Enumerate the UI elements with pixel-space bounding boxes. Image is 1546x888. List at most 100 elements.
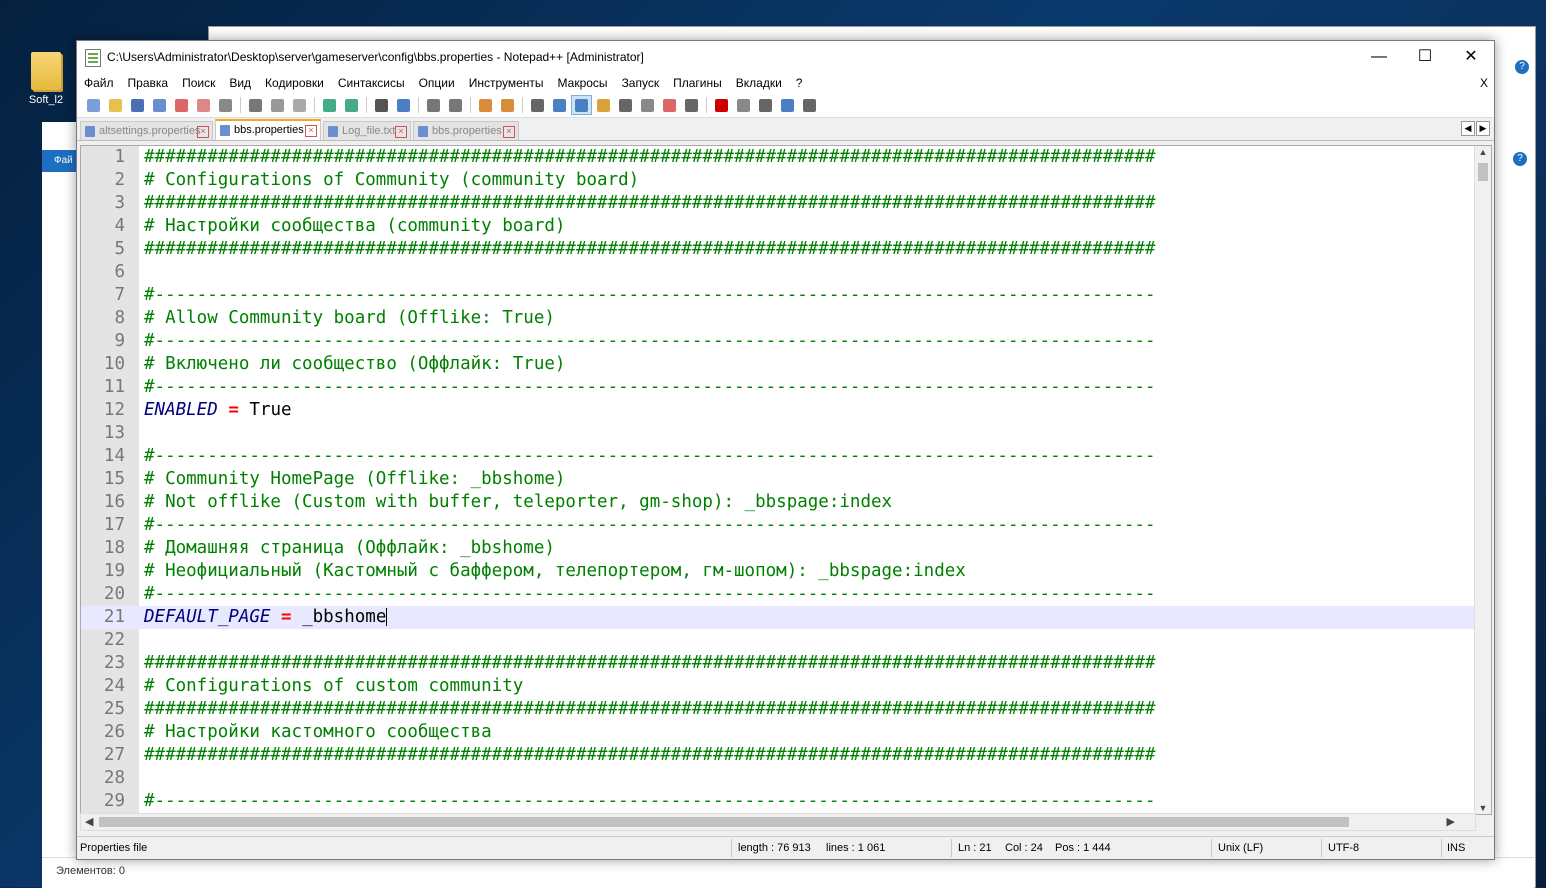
record-macro-icon[interactable] (711, 95, 732, 115)
code-line[interactable]: 11 #-------------------------------------… (81, 376, 1476, 399)
code-line[interactable]: 5 #######################################… (81, 238, 1476, 261)
code-line[interactable]: 3 #######################################… (81, 192, 1476, 215)
code-line[interactable]: 26 # Настройки кастомного сообщества (81, 721, 1476, 744)
code-line[interactable]: 10 # Включено ли сообщество (Оффлайк: Tru… (81, 353, 1476, 376)
code-line[interactable]: 28 (81, 767, 1476, 790)
tab-close-icon[interactable]: × (395, 126, 407, 138)
sync-vertical-icon[interactable] (475, 95, 496, 115)
code-line[interactable]: 7 #--------------------------------------… (81, 284, 1476, 307)
code-line[interactable]: 2 # Configurations of Community (communit… (81, 169, 1476, 192)
zoom-out-icon[interactable] (445, 95, 466, 115)
code-line[interactable]: 20 #-------------------------------------… (81, 583, 1476, 606)
zoom-in-icon[interactable] (423, 95, 444, 115)
menu-file[interactable]: Файл (77, 73, 121, 93)
code-line[interactable]: 19 # Неофициальный (Кастомный с баффером,… (81, 560, 1476, 583)
menu-run[interactable]: Запуск (615, 73, 667, 93)
code-line[interactable]: 8 # Allow Community board (Offlike: True) (81, 307, 1476, 330)
save-all-icon[interactable] (149, 95, 170, 115)
menu-view[interactable]: Вид (222, 73, 258, 93)
play-macro-icon[interactable] (755, 95, 776, 115)
function-list-icon[interactable] (637, 95, 658, 115)
code-line[interactable]: 22 (81, 629, 1476, 652)
code-line[interactable]: 18 # Домашняя страница (Оффлайк: _bbshome… (81, 537, 1476, 560)
code-line[interactable]: 12 ENABLED = True (81, 399, 1476, 422)
close-button[interactable]: ✕ (1448, 41, 1494, 73)
editor-area[interactable]: 1 #######################################… (80, 145, 1492, 815)
close-document-button[interactable]: X (1480, 73, 1488, 93)
horizontal-scroll-thumb[interactable] (99, 817, 1349, 827)
horizontal-scrollbar[interactable]: ◀ ▶ (80, 813, 1476, 831)
tab-bbs-properties[interactable]: bbs.properties × (413, 121, 519, 140)
new-file-icon[interactable] (83, 95, 104, 115)
code-line[interactable]: 16 # Not offlike (Custom with buffer, tel… (81, 491, 1476, 514)
tab-scroll-left-icon[interactable]: ◀ (1461, 121, 1475, 136)
code-line[interactable]: 14 #-------------------------------------… (81, 445, 1476, 468)
tab-bbs-properties-active[interactable]: bbs.properties × (215, 119, 321, 140)
menu-macro[interactable]: Макросы (551, 73, 615, 93)
vertical-scrollbar[interactable]: ▲ ▼ (1474, 146, 1491, 814)
folder-workspace-icon[interactable] (659, 95, 680, 115)
code-line[interactable]: 4 # Настройки сообщества (community board… (81, 215, 1476, 238)
run-macro-multiple-icon[interactable] (777, 95, 798, 115)
scroll-down-icon[interactable]: ▼ (1475, 803, 1491, 813)
show-all-chars-icon[interactable] (549, 95, 570, 115)
code-line[interactable]: 13 (81, 422, 1476, 445)
code-lines[interactable]: 1 #######################################… (81, 146, 1476, 813)
code-line[interactable]: 23 ######################################… (81, 652, 1476, 675)
close-all-icon[interactable] (193, 95, 214, 115)
tab-altsettings[interactable]: altsettings.properties × (80, 121, 213, 140)
replace-icon[interactable] (393, 95, 414, 115)
scroll-up-icon[interactable]: ▲ (1475, 147, 1491, 157)
doc-map-icon[interactable] (615, 95, 636, 115)
tab-close-icon[interactable]: × (305, 125, 317, 137)
notepadpp-window[interactable]: C:\Users\Administrator\Desktop\server\ga… (76, 40, 1495, 860)
word-wrap-icon[interactable] (527, 95, 548, 115)
help-icon[interactable]: ? (1513, 152, 1527, 166)
vertical-scroll-thumb[interactable] (1478, 163, 1488, 181)
code-line[interactable]: 17 #-------------------------------------… (81, 514, 1476, 537)
close-icon[interactable] (171, 95, 192, 115)
cut-icon[interactable] (245, 95, 266, 115)
menu-search[interactable]: Поиск (175, 73, 222, 93)
menu-language[interactable]: Синтаксисы (331, 73, 412, 93)
tab-scroll-right-icon[interactable]: ▶ (1476, 121, 1490, 136)
menu-plugins[interactable]: Плагины (666, 73, 729, 93)
code-line[interactable]: 27 ######################################… (81, 744, 1476, 767)
menu-help[interactable]: ? (789, 73, 810, 93)
scroll-right-icon[interactable]: ▶ (1447, 814, 1455, 830)
monitoring-icon[interactable] (681, 95, 702, 115)
find-icon[interactable] (371, 95, 392, 115)
save-macro-icon[interactable] (799, 95, 820, 115)
print-icon[interactable] (215, 95, 236, 115)
copy-icon[interactable] (267, 95, 288, 115)
save-icon[interactable] (127, 95, 148, 115)
sync-horizontal-icon[interactable] (497, 95, 518, 115)
scroll-left-icon[interactable]: ◀ (85, 814, 93, 830)
explorer-file-menu[interactable]: Фай (42, 150, 78, 172)
menu-edit[interactable]: Правка (121, 73, 176, 93)
tab-close-icon[interactable]: × (503, 126, 515, 138)
stop-macro-icon[interactable] (733, 95, 754, 115)
menu-encoding[interactable]: Кодировки (258, 73, 331, 93)
tab-close-icon[interactable]: × (197, 126, 209, 138)
menu-tools[interactable]: Инструменты (462, 73, 551, 93)
paste-icon[interactable] (289, 95, 310, 115)
code-line[interactable]: 9 #--------------------------------------… (81, 330, 1476, 353)
maximize-button[interactable]: ☐ (1402, 41, 1448, 73)
undo-icon[interactable] (319, 95, 340, 115)
menu-settings[interactable]: Опции (412, 73, 462, 93)
code-line[interactable]: 21 DEFAULT_PAGE = _bbshome (81, 606, 1476, 629)
indent-guide-icon[interactable] (571, 95, 592, 115)
code-line[interactable]: 15 # Community HomePage (Offlike: _bbshom… (81, 468, 1476, 491)
code-line[interactable]: 6 (81, 261, 1476, 284)
window-titlebar[interactable]: C:\Users\Administrator\Desktop\server\ga… (77, 41, 1494, 73)
user-language-icon[interactable] (593, 95, 614, 115)
redo-icon[interactable] (341, 95, 362, 115)
desktop-folder-shortcut[interactable]: Soft_l2 (18, 52, 74, 106)
menu-window[interactable]: Вкладки (729, 73, 789, 93)
code-line[interactable]: 25 ######################################… (81, 698, 1476, 721)
help-icon[interactable]: ? (1515, 60, 1529, 74)
code-line[interactable]: 24 # Configurations of custom community (81, 675, 1476, 698)
tab-log-file[interactable]: Log_file.txt × (323, 121, 411, 140)
minimize-button[interactable]: — (1356, 41, 1402, 73)
